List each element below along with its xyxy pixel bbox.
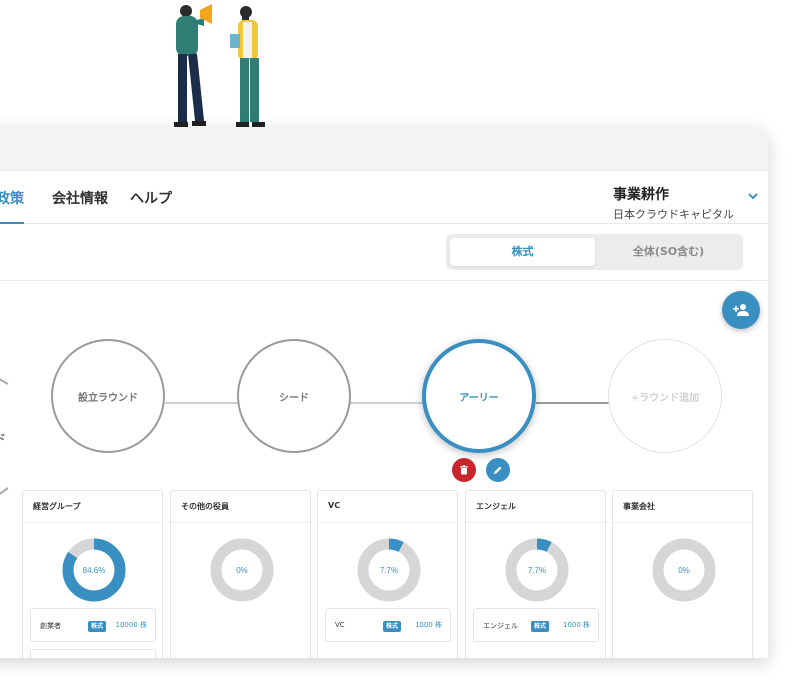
share-type-badge: 株式 — [383, 621, 402, 632]
edit-round-button[interactable] — [486, 458, 510, 482]
window-title-bar — [0, 128, 768, 171]
add-person-icon — [733, 304, 749, 316]
share-amount: 1000 株 — [414, 621, 442, 629]
chevron-down-icon[interactable] — [746, 189, 760, 203]
round-connector-line — [165, 402, 238, 404]
donut-percent-label: 0% — [678, 566, 690, 575]
donut-percent-label: 84.6% — [83, 566, 106, 575]
shareholder-row[interactable] — [30, 649, 156, 658]
ownership-donut-chart: 0% — [210, 538, 274, 602]
toggle-stocks-button[interactable]: 株式 — [450, 238, 595, 266]
trash-icon — [460, 465, 468, 475]
round-founding[interactable]: 設立ラウンド — [51, 339, 165, 453]
nav-tab-company-info[interactable]: 会社情報 — [52, 171, 108, 224]
group-card-other-officers[interactable]: その他の役員 0% — [170, 490, 311, 658]
man-with-megaphone-figure — [174, 4, 212, 127]
top-nav-bar: 政策 会社情報 ヘルプ 事業耕作 日本クラウドキャピタル — [0, 171, 768, 224]
pencil-icon — [494, 466, 502, 474]
nav-tab-policy[interactable]: 政策 — [0, 171, 24, 224]
woman-with-clipboard-figure — [230, 6, 265, 127]
group-card-title: エンジェル — [466, 491, 605, 523]
group-card-vc[interactable]: VC 7.7% VC 株式 1000 株 — [317, 490, 458, 658]
shareholder-row[interactable]: エンジェル 株式 1000 株 — [473, 608, 599, 642]
group-card-business-company[interactable]: 事業会社 0% — [612, 490, 753, 658]
share-type-toggle-row: 株式 全体(SO含む) — [0, 224, 768, 281]
share-type-toggle: 株式 全体(SO含む) — [446, 234, 743, 270]
share-amount: 10000 株 — [115, 621, 148, 629]
add-round-button[interactable]: +ラウンド追加 — [608, 339, 722, 453]
group-card-title: その他の役員 — [171, 491, 310, 523]
share-amount: 1000 株 — [562, 621, 590, 629]
group-card-title: 事業会社 — [613, 491, 752, 523]
ownership-donut-chart: 84.6% — [62, 538, 126, 602]
add-member-button[interactable] — [722, 291, 760, 329]
group-card-management[interactable]: 経営グループ 84.6% 創業者 株式 10000 株 — [22, 490, 163, 658]
ownership-donut-chart: 7.7% — [357, 538, 421, 602]
user-name: 事業耕作 — [613, 187, 669, 203]
shareholder-name: 創業者 — [40, 622, 61, 630]
donut-percent-label: 0% — [236, 566, 248, 575]
toggle-all-button[interactable]: 全体(SO含む) — [598, 238, 739, 266]
delete-round-button[interactable] — [452, 458, 476, 482]
nav-tab-help[interactable]: ヘルプ — [130, 171, 172, 224]
group-card-title: 経営グループ — [23, 491, 162, 523]
round-seed[interactable]: シード — [237, 339, 351, 453]
offscreen-label: ド — [0, 432, 7, 446]
round-early[interactable]: アーリー — [422, 339, 536, 453]
ownership-donut-chart: 0% — [652, 538, 716, 602]
shareholder-name: VC — [335, 621, 345, 629]
donut-percent-label: 7.7% — [528, 566, 546, 575]
shareholder-row[interactable]: 創業者 株式 10000 株 — [30, 608, 156, 642]
shareholder-row[interactable]: VC 株式 1000 株 — [325, 608, 451, 642]
user-menu[interactable]: 事業耕作 日本クラウドキャピタル — [613, 184, 734, 222]
group-card-angel[interactable]: エンジェル 7.7% エンジェル 株式 1000 株 — [465, 490, 606, 658]
ownership-donut-chart: 7.7% — [505, 538, 569, 602]
group-card-title: VC — [318, 491, 457, 523]
shareholder-name: エンジェル — [483, 622, 518, 630]
donut-percent-label: 7.7% — [380, 566, 398, 575]
people-illustration — [174, 4, 265, 127]
share-type-badge: 株式 — [88, 621, 107, 632]
share-type-badge: 株式 — [531, 621, 550, 632]
company-name: 日本クラウドキャピタル — [613, 208, 734, 221]
app-window: 政策 会社情報 ヘルプ 事業耕作 日本クラウドキャピタル 株式 全体(SO含む)… — [0, 128, 768, 658]
round-connector-line — [350, 402, 424, 404]
round-connector-line — [536, 402, 610, 404]
